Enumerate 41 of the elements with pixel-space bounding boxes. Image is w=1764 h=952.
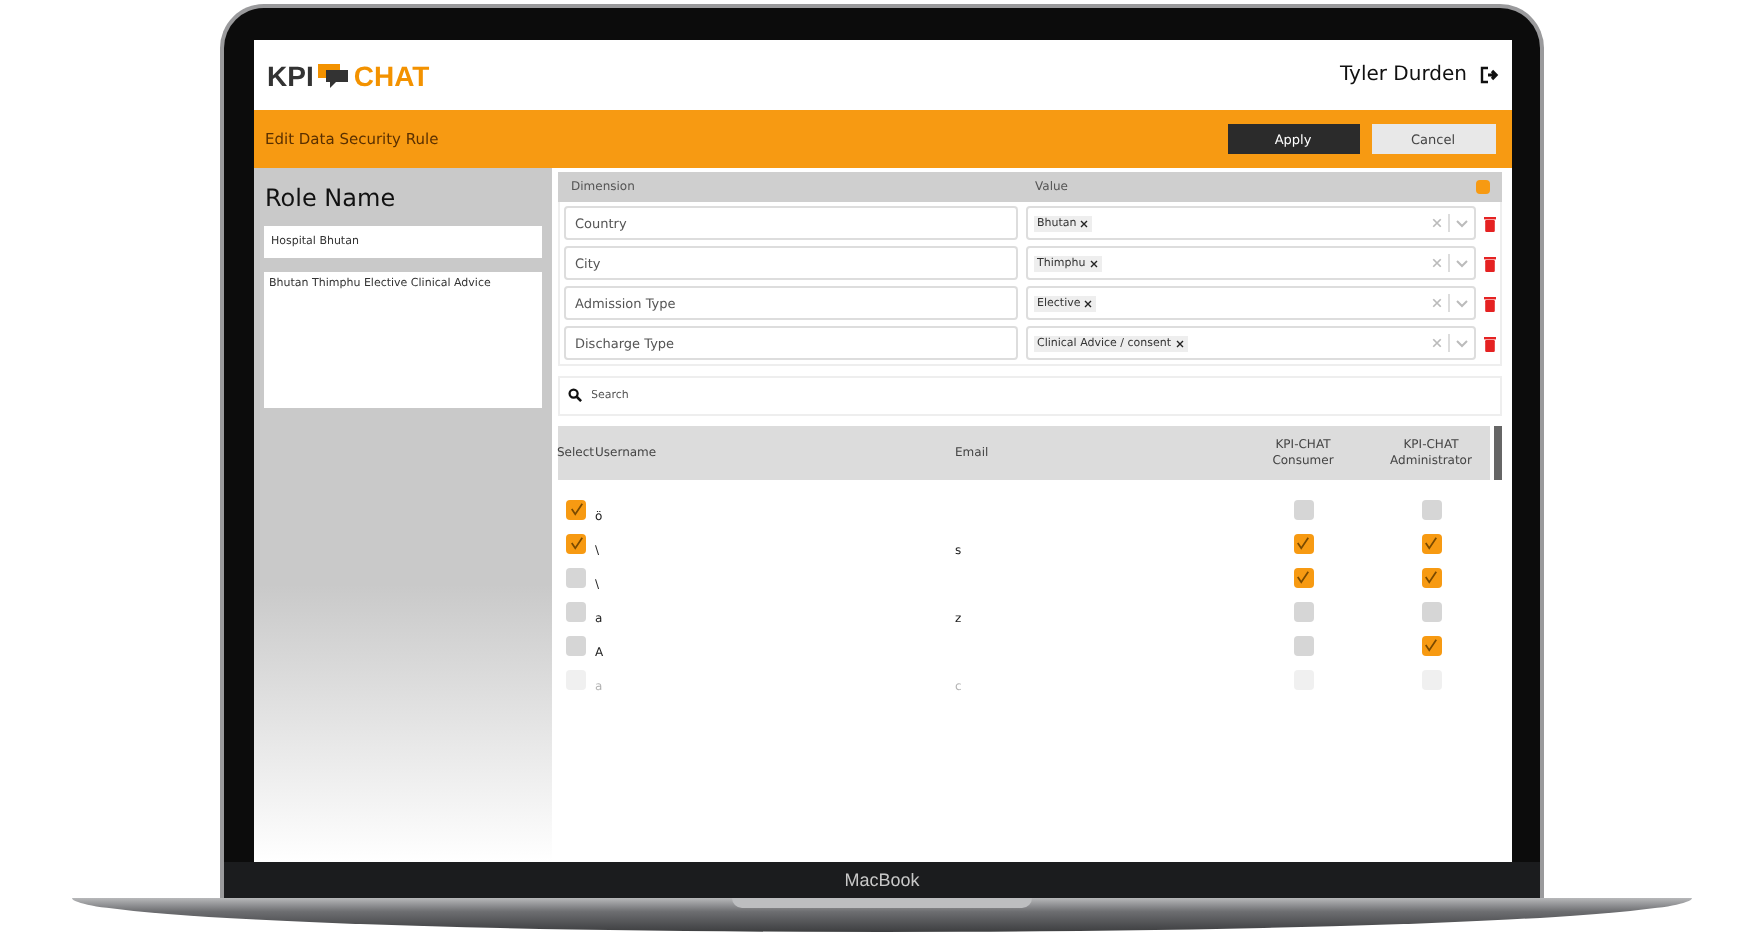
checkbox[interactable]: [1421, 533, 1441, 553]
user-name: Tyler Durden: [1339, 64, 1467, 86]
checkbox[interactable]: [1421, 499, 1441, 519]
remove-icon[interactable]: [1080, 219, 1089, 227]
chat-bubble-icon: [317, 62, 350, 88]
checkbox[interactable]: [1293, 601, 1313, 621]
logo-text: CHAT: [353, 59, 430, 91]
trash-icon[interactable]: [1483, 295, 1495, 311]
remove-icon[interactable]: [1175, 339, 1184, 347]
checkbox[interactable]: [1293, 635, 1313, 655]
checkbox[interactable]: [1293, 567, 1313, 587]
chevron-down-icon[interactable]: [1455, 339, 1467, 347]
checkbox[interactable]: [1293, 533, 1313, 553]
scrollbar[interactable]: [1493, 426, 1501, 480]
add-icon[interactable]: [1475, 180, 1489, 194]
trash-icon[interactable]: [1483, 335, 1495, 351]
checkbox[interactable]: [566, 601, 586, 621]
clear-icon[interactable]: [1431, 258, 1441, 268]
checkbox[interactable]: [1421, 601, 1441, 621]
trash-icon[interactable]: [1483, 255, 1495, 271]
remove-icon[interactable]: [1084, 299, 1093, 307]
section-heading: Role Name: [265, 184, 398, 212]
checkbox[interactable]: [1421, 635, 1441, 655]
checkbox[interactable]: [566, 533, 586, 553]
remove-icon[interactable]: [1089, 259, 1098, 267]
search-icon: [567, 388, 581, 402]
checkbox[interactable]: [566, 567, 586, 587]
checkbox[interactable]: [566, 499, 586, 519]
chevron-down-icon[interactable]: [1455, 299, 1467, 307]
checkbox[interactable]: [1421, 567, 1441, 587]
checkbox[interactable]: [1293, 499, 1313, 519]
trash-icon[interactable]: [1483, 215, 1495, 231]
chevron-down-icon[interactable]: [1455, 259, 1467, 267]
clear-icon[interactable]: [1431, 338, 1441, 348]
logout-icon[interactable]: [1479, 66, 1499, 84]
checkbox[interactable]: [566, 635, 586, 655]
device-label: MacBook: [844, 870, 920, 890]
chevron-down-icon[interactable]: [1455, 219, 1467, 227]
clear-icon[interactable]: [1431, 298, 1441, 308]
logo-text: KPI: [267, 59, 314, 91]
clear-icon[interactable]: [1431, 218, 1441, 228]
